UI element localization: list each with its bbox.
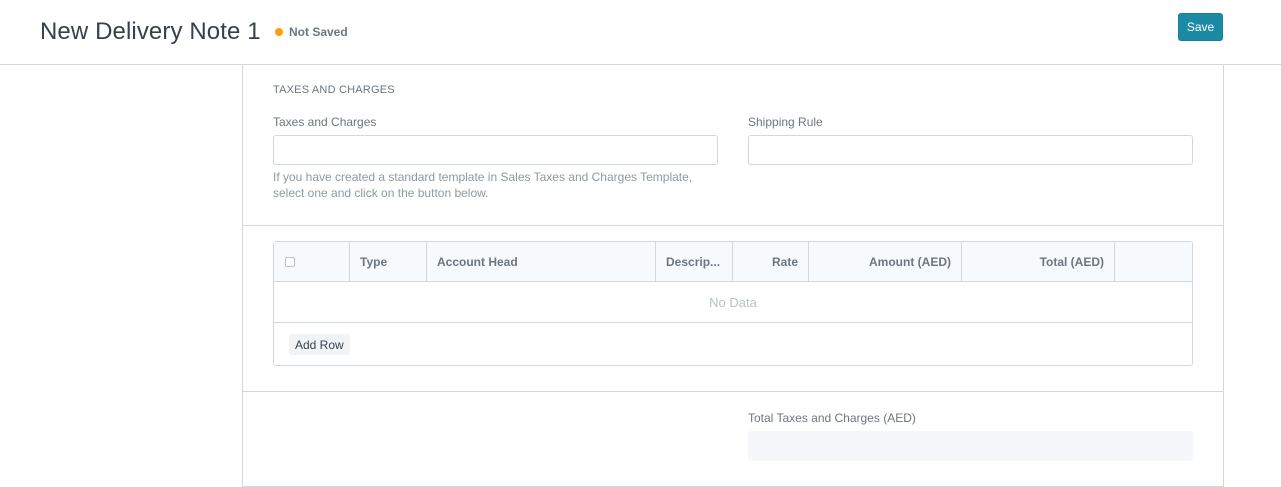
page-header: New Delivery Note 1 Not Saved Save [0, 0, 1281, 65]
status-dot-icon [275, 28, 283, 36]
column-header-amount[interactable]: Amount (AED) [809, 242, 962, 282]
add-row-button[interactable]: Add Row [289, 334, 350, 355]
taxes-grid: Type Account Head Descrip... Rate Amount… [273, 241, 1193, 366]
form-layout: TAXES AND CHARGES Taxes and Charges If y… [242, 65, 1224, 487]
taxes-table-section: Type Account Head Descrip... Rate Amount… [243, 226, 1223, 392]
grid-empty-message: No Data [274, 282, 1192, 323]
status-text: Not Saved [289, 25, 348, 39]
column-header-description[interactable]: Descrip... [656, 242, 733, 282]
column-header-total[interactable]: Total (AED) [962, 242, 1115, 282]
select-all-column[interactable] [274, 242, 350, 282]
grid-header-row: Type Account Head Descrip... Rate Amount… [274, 242, 1192, 282]
column-header-rate[interactable]: Rate [733, 242, 809, 282]
column-header-account-head[interactable]: Account Head [427, 242, 656, 282]
shipping-rule-label: Shipping Rule [748, 115, 823, 129]
save-button[interactable]: Save [1178, 13, 1223, 41]
section-title: TAXES AND CHARGES [273, 84, 395, 96]
taxes-help-text: If you have created a standard template … [273, 170, 693, 200]
total-taxes-label: Total Taxes and Charges (AED) [748, 411, 916, 425]
taxes-and-charges-input[interactable] [273, 135, 718, 165]
select-all-checkbox[interactable] [285, 257, 295, 267]
totals-section: Total Taxes and Charges (AED) [243, 392, 1223, 486]
status-indicator: Not Saved [275, 25, 348, 39]
taxes-and-charges-section: TAXES AND CHARGES Taxes and Charges If y… [243, 65, 1223, 226]
taxes-and-charges-label: Taxes and Charges [273, 115, 377, 129]
shipping-rule-input[interactable] [748, 135, 1193, 165]
column-header-type[interactable]: Type [350, 242, 427, 282]
total-taxes-value [748, 431, 1193, 461]
page-title: New Delivery Note 1 [40, 18, 261, 45]
column-header-actions [1115, 242, 1192, 282]
